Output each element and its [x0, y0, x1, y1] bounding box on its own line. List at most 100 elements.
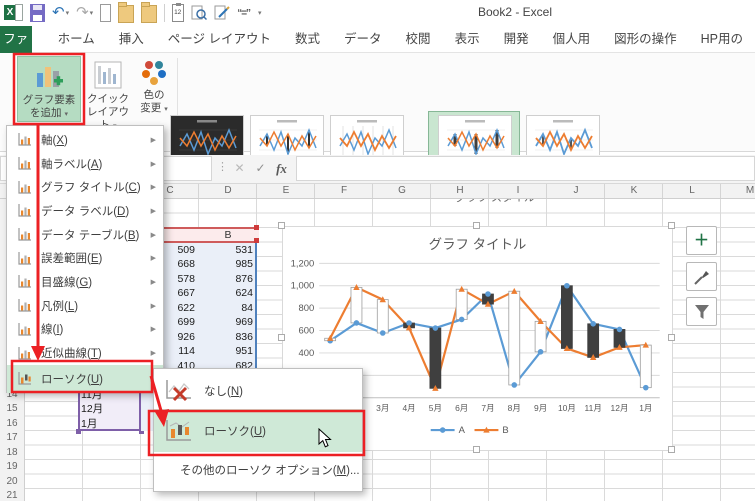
cell-value-b[interactable]: 876: [199, 272, 257, 287]
edit-document-icon[interactable]: [214, 4, 230, 22]
submenu-item-more-options[interactable]: その他のローソク オプション(M)...: [154, 452, 362, 487]
svg-text:1,200: 1,200: [291, 258, 315, 269]
column-header[interactable]: M: [721, 184, 755, 198]
ribbon-tab[interactable]: 校閲: [394, 26, 443, 52]
ribbon-tab[interactable]: 図形の操作: [602, 26, 689, 52]
chart-element-icon: [7, 227, 41, 242]
chart-resize-handle[interactable]: [473, 446, 480, 453]
svg-text:4月: 4月: [402, 403, 415, 413]
row-header[interactable]: 17: [0, 431, 24, 446]
chart-elements-button[interactable]: ＋: [686, 226, 717, 255]
row-header[interactable]: 21: [0, 489, 24, 501]
qat-more-commands-icon[interactable]: ▾: [258, 4, 262, 22]
cell-value-b[interactable]: 84: [199, 301, 257, 316]
save-icon[interactable]: [30, 4, 45, 22]
series-header-cell-b[interactable]: B: [199, 229, 257, 241]
svg-text:11月: 11月: [585, 403, 602, 413]
chart-resize-handle[interactable]: [473, 222, 480, 229]
formula-input[interactable]: [296, 156, 755, 181]
ribbon-tab[interactable]: データ: [332, 26, 394, 52]
column-header[interactable]: H: [431, 184, 489, 198]
chart-element-icon: [7, 274, 41, 289]
cell-value-b[interactable]: 985: [199, 257, 257, 272]
chart-resize-handle[interactable]: [278, 222, 285, 229]
ribbon-tab[interactable]: 数式: [283, 26, 332, 52]
submenu-item-updown-bars[interactable]: ローソク(U): [154, 409, 362, 452]
menu-item[interactable]: 目盛線(G) ▶: [7, 270, 163, 294]
svg-text:B: B: [502, 425, 508, 436]
ribbon-tab[interactable]: HP用の: [689, 26, 755, 52]
svg-text:12月: 12月: [611, 403, 629, 413]
column-header[interactable]: E: [257, 184, 315, 198]
menu-item[interactable]: 凡例(L) ▶: [7, 294, 163, 318]
svg-text:5月: 5月: [429, 403, 442, 413]
cell-value-b[interactable]: 969: [199, 315, 257, 330]
ribbon-tab[interactable]: ページ レイアウト: [156, 26, 283, 52]
add-chart-element-button[interactable]: グラフ要素 を追加 ▾: [17, 56, 81, 122]
month-cell[interactable]: 1月: [81, 417, 137, 432]
chart-resize-handle[interactable]: [668, 334, 675, 341]
row-header[interactable]: 20: [0, 475, 24, 490]
cell-value-b[interactable]: 624: [199, 286, 257, 301]
submenu-item-none[interactable]: なし(N): [154, 369, 362, 409]
column-header[interactable]: F: [315, 184, 373, 198]
column-header[interactable]: D: [199, 184, 257, 198]
chart-resize-handle[interactable]: [668, 222, 675, 229]
menu-item-updown-bars[interactable]: ローソク(U) ▶: [7, 365, 163, 393]
chart-element-icon: [7, 203, 41, 218]
ribbon-tab[interactable]: 表示: [443, 26, 492, 52]
paste-clipboard-icon[interactable]: 12: [172, 4, 184, 22]
ribbon-tab[interactable]: 個人用: [541, 26, 603, 52]
print-preview-icon[interactable]: [191, 4, 207, 22]
month-cell[interactable]: 12月: [81, 402, 137, 417]
menu-item[interactable]: グラフ タイトル(C) ▶: [7, 175, 163, 199]
dropdown-arrow-icon: ▾: [164, 106, 168, 113]
column-header[interactable]: J: [547, 184, 605, 198]
equals-formula-icon[interactable]: “=”: [237, 4, 250, 22]
insert-function-icon[interactable]: fx: [272, 157, 291, 180]
menu-item[interactable]: データ ラベル(D) ▶: [7, 199, 163, 223]
change-colors-button[interactable]: 色の 変更 ▾: [134, 56, 174, 122]
excel-window: X ↶▾ ↷▾ 12 “=” ▾ Book2 - Excel ファイル ホーム挿…: [0, 0, 755, 501]
cell-value-b[interactable]: 836: [199, 330, 257, 345]
selection-handle[interactable]: [76, 429, 81, 434]
cell-value-b[interactable]: 951: [199, 344, 257, 359]
formula-bar-grip-icon: ⋮: [217, 160, 228, 173]
enter-icon[interactable]: ✓: [251, 157, 270, 180]
open-recent-folder-icon[interactable]: [141, 5, 157, 23]
column-header[interactable]: I: [489, 184, 547, 198]
open-folder-icon[interactable]: [118, 5, 134, 23]
menu-item[interactable]: 軸ラベル(A) ▶: [7, 152, 163, 176]
menu-item[interactable]: 近似曲線(T) ▶: [7, 341, 163, 365]
new-document-icon[interactable]: [100, 4, 111, 22]
menu-item[interactable]: 誤差範囲(E) ▶: [7, 246, 163, 270]
row-header[interactable]: 19: [0, 460, 24, 475]
chart-filters-button[interactable]: [686, 297, 717, 326]
chart-resize-handle[interactable]: [668, 446, 675, 453]
cell-value-b[interactable]: 531: [199, 243, 257, 258]
ribbon-tab[interactable]: ホーム: [46, 26, 107, 52]
row-header[interactable]: 16: [0, 417, 24, 432]
chart-resize-handle[interactable]: [278, 334, 285, 341]
row-header[interactable]: 18: [0, 446, 24, 461]
redo-icon[interactable]: ↷▾: [76, 4, 93, 22]
svg-text:グラフ タイトル: グラフ タイトル: [429, 237, 527, 252]
column-header[interactable]: K: [605, 184, 663, 198]
column-header[interactable]: G: [373, 184, 431, 198]
menu-item[interactable]: データ テーブル(B) ▶: [7, 223, 163, 247]
svg-text:A: A: [459, 425, 466, 436]
selection-handle[interactable]: [254, 225, 259, 230]
quick-layout-button[interactable]: クイック レイアウト ▾: [84, 56, 132, 122]
ribbon-tab[interactable]: 挿入: [107, 26, 156, 52]
ribbon-tab[interactable]: 開発: [492, 26, 541, 52]
cancel-icon[interactable]: ✕: [230, 157, 249, 180]
column-header[interactable]: L: [663, 184, 721, 198]
undo-icon[interactable]: ↶▾: [52, 4, 69, 22]
menu-item[interactable]: 軸(X) ▶: [7, 128, 163, 152]
tab-file[interactable]: ファイル: [0, 26, 32, 53]
row-header[interactable]: 15: [0, 402, 24, 417]
svg-text:400: 400: [298, 348, 314, 359]
menu-item-label: ローソク(U): [41, 371, 103, 387]
menu-item[interactable]: 線(I) ▶: [7, 318, 163, 342]
chart-styles-button[interactable]: [686, 262, 717, 291]
